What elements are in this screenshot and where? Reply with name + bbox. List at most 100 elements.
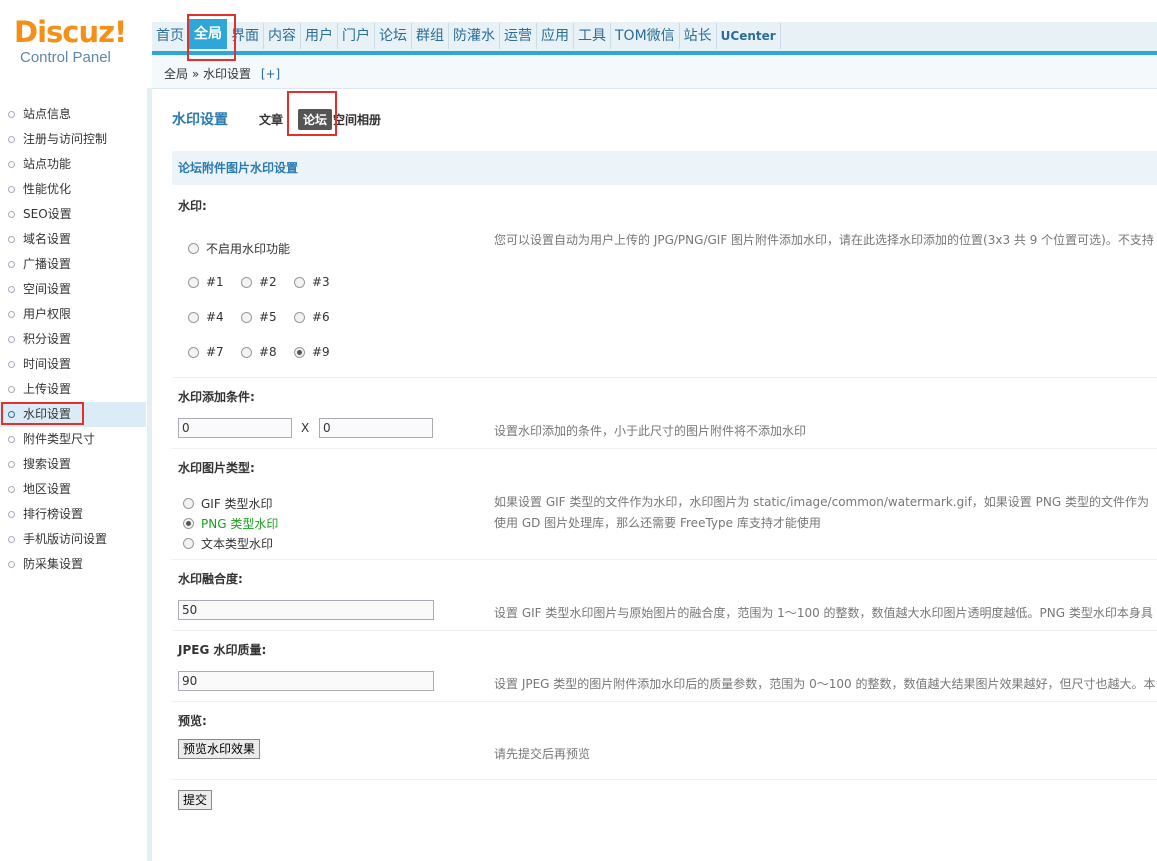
sidebar-item-label: 排行榜设置 (23, 507, 84, 521)
logo-subtitle: Control Panel (20, 49, 111, 66)
condition-width-input[interactable] (178, 418, 292, 438)
breadcrumb-bar: 全局 » 水印设置 [+] (152, 55, 1157, 89)
preview-hint: 请先提交后再预览 (494, 747, 591, 761)
type-gif-radio[interactable]: GIF 类型水印 (183, 495, 273, 512)
nav-portal[interactable]: 门户 (338, 23, 375, 49)
type-png-radio[interactable]: PNG 类型水印 (183, 515, 278, 532)
radio-icon (183, 498, 194, 509)
sidebar-item-label: 站点功能 (23, 157, 72, 171)
sidebar-item-seo[interactable]: SEO设置 (0, 202, 146, 227)
divider (172, 701, 1157, 702)
divider (172, 779, 1157, 780)
radio-label: #5 (259, 310, 277, 324)
sidebar-item-search[interactable]: 搜索设置 (0, 452, 146, 477)
position-1-radio[interactable]: #1 (188, 275, 224, 289)
nav-apps[interactable]: 应用 (537, 23, 574, 49)
condition-label: 水印添加条件: (178, 390, 255, 404)
nav-webmaster[interactable]: 站长 (680, 23, 717, 49)
nav-group[interactable]: 群组 (412, 23, 449, 49)
breadcrumb-add-shortcut[interactable]: [+] (261, 67, 280, 81)
nav-global[interactable]: 全局 (189, 19, 227, 49)
sidebar-item-time[interactable]: 时间设置 (0, 352, 146, 377)
radio-icon (241, 276, 252, 288)
submit-button[interactable]: 提交 (178, 790, 213, 810)
radio-label: #6 (312, 310, 330, 324)
nav-home[interactable]: 首页 (152, 23, 189, 49)
sidebar-item-site-features[interactable]: 站点功能 (0, 152, 146, 177)
position-4-radio[interactable]: #4 (188, 310, 224, 324)
bullet-icon (8, 261, 15, 268)
position-3-radio[interactable]: #3 (294, 275, 330, 289)
sidebar-item-label: 地区设置 (23, 482, 72, 496)
sidebar-item-credits[interactable]: 积分设置 (0, 327, 146, 352)
nav-forum[interactable]: 论坛 (375, 23, 412, 49)
radio-label: #4 (206, 310, 224, 324)
tab-forum[interactable]: 论坛 (298, 108, 333, 130)
bullet-icon (8, 436, 15, 443)
radio-label: #7 (206, 345, 224, 359)
bullet-icon (8, 336, 15, 343)
sidebar-item-label: 时间设置 (23, 357, 72, 371)
divider (172, 630, 1157, 631)
type-label: 水印图片类型: (178, 461, 255, 475)
sidebar-item-mobile[interactable]: 手机版访问设置 (0, 527, 146, 552)
nav-ucenter[interactable]: UCenter (717, 23, 781, 49)
position-7-radio[interactable]: #7 (188, 345, 224, 359)
position-5-radio[interactable]: #5 (241, 310, 277, 324)
bullet-icon (8, 136, 15, 143)
tab-album[interactable]: 空间相册 (328, 109, 386, 130)
sidebar-item-watermark[interactable]: 水印设置 (0, 402, 146, 427)
section-title: 论坛附件图片水印设置 (172, 151, 1157, 185)
condition-height-input[interactable] (319, 418, 433, 438)
radio-label: 文本类型水印 (201, 537, 274, 551)
bullet-icon (8, 536, 15, 543)
nav-tools[interactable]: 工具 (574, 23, 611, 49)
bullet-icon (8, 461, 15, 468)
sidebar-item-label: 域名设置 (23, 232, 72, 246)
condition-separator: X (301, 421, 310, 435)
sidebar-item-domain[interactable]: 域名设置 (0, 227, 146, 252)
sidebar-item-region[interactable]: 地区设置 (0, 477, 146, 502)
breadcrumb: 全局 » 水印设置 [+] (164, 65, 280, 82)
type-hint-line-2: 使用 GD 图片处理库，那么还需要 FreeType 库支持才能使用 (494, 516, 821, 530)
sidebar-item-ranking[interactable]: 排行榜设置 (0, 502, 146, 527)
radio-label: 不启用水印功能 (206, 242, 291, 256)
quality-input[interactable] (178, 671, 434, 691)
bullet-icon (8, 486, 15, 493)
sidebar-item-user-permissions[interactable]: 用户权限 (0, 302, 146, 327)
tab-article[interactable]: 文章 (254, 109, 288, 130)
sidebar-item-attachment-types[interactable]: 附件类型尺寸 (0, 427, 146, 452)
sidebar-item-register-access[interactable]: 注册与访问控制 (0, 127, 146, 152)
nav-tom-wechat[interactable]: TOM微信 (611, 23, 680, 49)
nav-antispam[interactable]: 防灌水 (449, 23, 500, 49)
preview-watermark-button[interactable]: 预览水印效果 (178, 739, 261, 759)
logo[interactable]: Discuz! Control Panel (14, 14, 144, 74)
nav-user[interactable]: 用户 (301, 23, 338, 49)
nav-operation[interactable]: 运营 (500, 23, 537, 49)
position-8-radio[interactable]: #8 (241, 345, 277, 359)
bullet-icon (8, 386, 15, 393)
sidebar-item-space[interactable]: 空间设置 (0, 277, 146, 302)
sidebar-item-performance[interactable]: 性能优化 (0, 177, 146, 202)
nav-style[interactable]: 界面 (227, 23, 264, 49)
position-9-radio[interactable]: #9 (294, 345, 330, 359)
type-text-radio[interactable]: 文本类型水印 (183, 535, 273, 552)
sub-nav: 水印设置 文章 论坛 空间相册 (172, 107, 396, 131)
sidebar-item-upload[interactable]: 上传设置 (0, 377, 146, 402)
sidebar-item-broadcast[interactable]: 广播设置 (0, 252, 146, 277)
watermark-disable-radio[interactable]: 不启用水印功能 (188, 240, 290, 257)
radio-icon (188, 243, 199, 254)
divider (172, 448, 1157, 449)
radio-icon (294, 276, 305, 288)
blend-input[interactable] (178, 600, 434, 620)
sidebar-item-site-info[interactable]: 站点信息 (0, 102, 146, 127)
page-title: 水印设置 (172, 112, 228, 128)
divider (172, 559, 1157, 560)
sidebar-item-anti-scraping[interactable]: 防采集设置 (0, 552, 146, 577)
sidebar-item-label: 附件类型尺寸 (23, 432, 96, 446)
position-2-radio[interactable]: #2 (241, 275, 277, 289)
nav-content[interactable]: 内容 (264, 23, 301, 49)
sidebar: 站点信息 注册与访问控制 站点功能 性能优化 SEO设置 域名设置 广播设置 空… (0, 88, 152, 861)
position-6-radio[interactable]: #6 (294, 310, 330, 324)
sidebar-item-label: 积分设置 (23, 332, 72, 346)
